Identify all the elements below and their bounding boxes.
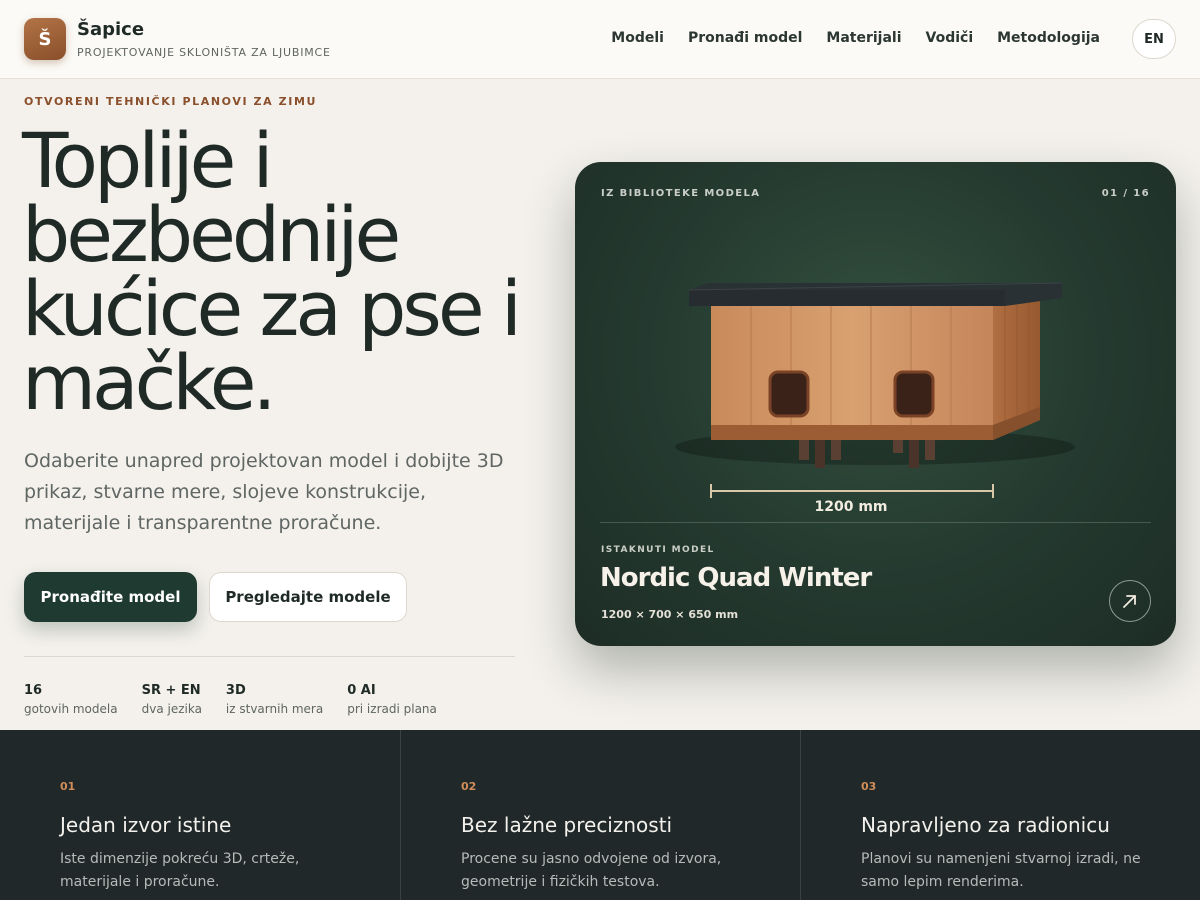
feature-number: 01 <box>60 780 76 793</box>
nav-item-materials[interactable]: Materijali <box>826 30 901 46</box>
brand-name[interactable]: Šapice <box>77 19 144 40</box>
card-eyebrow: IZ BIBLIOTEKE MODELA <box>601 188 761 199</box>
nav-item-find-model[interactable]: Pronađi model <box>688 30 802 46</box>
feature-title: Jedan izvor istine <box>60 813 232 837</box>
nav-item-guides[interactable]: Vodiči <box>926 30 974 46</box>
browse-models-button[interactable]: Pregledajte modele <box>209 572 407 622</box>
logo-icon[interactable]: Š <box>24 18 66 60</box>
hero-description: Odaberite unapred projektovan model i do… <box>24 450 504 534</box>
stats-divider <box>24 656 515 657</box>
stat-label: iz stvarnih mera <box>225 702 324 716</box>
stat-label: pri izradi plana <box>347 702 437 716</box>
hero-title: Toplije i bezbednije kućice za pse i mač… <box>22 116 522 427</box>
feature-title: Napravljeno za radionicu <box>861 813 1110 837</box>
stat-label: gotovih modela <box>24 702 118 716</box>
language-toggle-button[interactable]: EN <box>1132 19 1176 59</box>
model-counter: 01 / 16 <box>1101 188 1150 199</box>
arrow-up-right-icon <box>1123 595 1136 608</box>
stat-value: SR + EN <box>141 683 201 698</box>
feature-item: 03 Napravljeno za radionicu Planovi su n… <box>800 730 1200 900</box>
feature-description: Planovi su namenjeni stvarnoj izradi, ne… <box>861 851 1141 890</box>
features-band: 01 Jedan izvor istine Iste dimenzije pok… <box>0 730 1200 900</box>
featured-model-dimensions: 1200 × 700 × 650 mm <box>601 608 739 621</box>
feature-item: 02 Bez lažne preciznosti Procene su jasn… <box>400 730 800 900</box>
featured-model-title[interactable]: Nordic Quad Winter <box>600 563 872 593</box>
feature-number: 02 <box>461 780 477 793</box>
feature-title: Bez lažne preciznosti <box>461 813 673 837</box>
featured-model-card[interactable]: IZ BIBLIOTEKE MODELA 01 / 16 1200 mm IST… <box>575 162 1176 646</box>
stat-label: dva jezika <box>141 702 202 716</box>
site-header: Š Šapice PROJEKTOVANJE SKLONIŠTA ZA LJUB… <box>0 0 1200 79</box>
stat-value: 3D <box>225 683 246 698</box>
nav-item-models[interactable]: Modeli <box>611 30 664 46</box>
find-model-button[interactable]: Pronađite model <box>24 572 197 622</box>
stat-item: 16 gotovih modela <box>24 683 118 716</box>
hero-eyebrow: OTVORENI TEHNIČKI PLANOVI ZA ZIMU <box>24 95 318 108</box>
stat-item: SR + EN dva jezika <box>142 683 202 716</box>
feature-number: 03 <box>861 780 877 793</box>
nav-item-methodology[interactable]: Metodologija <box>997 30 1100 46</box>
open-model-button[interactable] <box>1109 580 1151 622</box>
feature-description: Procene su jasno odvojene od izvora, geo… <box>461 851 722 890</box>
brand-tagline: PROJEKTOVANJE SKLONIŠTA ZA LJUBIMCE <box>77 46 331 59</box>
stat-value: 16 <box>24 683 43 698</box>
main-nav: Modeli Pronađi model Materijali Vodiči M… <box>611 30 1100 46</box>
feature-item: 01 Jedan izvor istine Iste dimenzije pok… <box>0 730 400 900</box>
dimension-label: 1200 mm <box>814 499 888 515</box>
stat-value: 0 AI <box>347 683 376 698</box>
pet-house-illustration <box>675 282 1075 498</box>
feature-description: Iste dimenzije pokreću 3D, crteže, mater… <box>60 851 300 890</box>
stat-item: 0 AI pri izradi plana <box>347 683 437 716</box>
stats-row: 16 gotovih modela SR + EN dva jezika 3D … <box>24 683 437 716</box>
card-kicker: ISTAKNUTI MODEL <box>601 545 715 555</box>
card-divider <box>600 522 1151 523</box>
stat-item: 3D iz stvarnih mera <box>226 683 323 716</box>
